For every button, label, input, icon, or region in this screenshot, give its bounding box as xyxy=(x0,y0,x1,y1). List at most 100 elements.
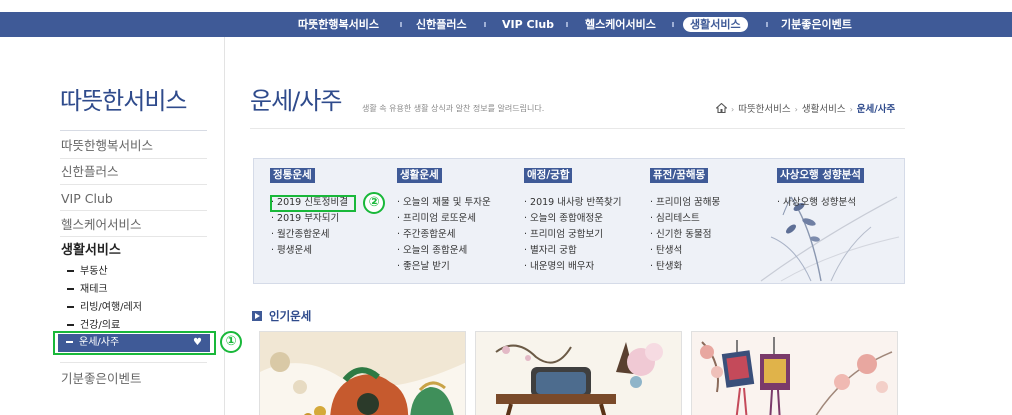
sidebar-divider-line xyxy=(60,184,207,185)
sidebar-divider xyxy=(224,37,225,415)
home-icon[interactable] xyxy=(715,102,728,114)
page: 따뜻한행복서비스 신한플러스 VIP Club 헬스케어서비스 생활서비스 기분… xyxy=(0,0,1012,415)
highlight-box-2 xyxy=(270,195,356,212)
sidebar-item-event[interactable]: 기분좋은이벤트 xyxy=(61,371,142,387)
menu-item[interactable]: · 프리미엄 꿈해몽 xyxy=(650,197,720,209)
menu-item[interactable]: · 2019 부자되기 xyxy=(271,213,339,225)
menu-item-label: 오늘의 종합애정운 xyxy=(530,213,603,224)
menu-item-label: 2019 내사랑 반쪽찾기 xyxy=(530,197,622,208)
sidebar-item-vip-club[interactable]: VIP Club xyxy=(61,191,113,207)
menu-item[interactable]: · 좋은날 받기 xyxy=(397,261,450,273)
menu-item-label: 프리미엄 궁합보기 xyxy=(530,229,603,240)
menu-item[interactable]: · 별자리 궁합 xyxy=(524,245,577,257)
menu-heading-dream[interactable]: 퓨전/꿈해몽 xyxy=(650,168,709,183)
sidebar-divider-line xyxy=(60,210,207,211)
breadcrumb-arrow-icon: › xyxy=(731,105,735,114)
nav-item-shinhan-plus[interactable]: 신한플러스 xyxy=(416,17,467,32)
nav-item-life-service[interactable]: 생활서비스 xyxy=(683,17,748,32)
annotation-marker-1: ① xyxy=(220,331,242,353)
menu-item-label: 탄생석 xyxy=(656,245,683,256)
nav-separator xyxy=(566,22,568,27)
sidebar-divider-line xyxy=(60,236,207,237)
sidebar-item-shinhan-plus[interactable]: 신한플러스 xyxy=(61,164,119,180)
page-title: 운세/사주 xyxy=(250,87,342,115)
sidebar-divider-line xyxy=(60,158,207,159)
subitem-label: 부동산 xyxy=(80,266,108,277)
nav-item-warm-happy-service[interactable]: 따뜻한행복서비스 xyxy=(298,17,379,32)
menu-heading-traditional[interactable]: 정통운세 xyxy=(270,168,315,183)
menu-item-label: 프리미엄 꿈해몽 xyxy=(656,197,721,208)
nav-separator xyxy=(484,22,486,27)
page-description: 생활 속 유용한 생활 상식과 알찬 정보를 알려드립니다. xyxy=(362,104,545,113)
popular-fortune-heading: 인기운세 xyxy=(252,309,311,323)
popular-fortune-card-2[interactable] xyxy=(475,331,682,415)
menu-item-label: 오늘의 종합운세 xyxy=(403,245,468,256)
menu-item[interactable]: · 프리미엄 궁합보기 xyxy=(524,229,603,241)
popular-fortune-card-1[interactable] xyxy=(259,331,466,415)
menu-item[interactable]: · 2019 내사랑 반쪽찾기 xyxy=(524,197,621,209)
orchid-decoration-image xyxy=(760,196,900,282)
sidebar-item-healthcare[interactable]: 헬스케어서비스 xyxy=(61,217,142,233)
menu-item[interactable]: · 심리테스트 xyxy=(650,213,700,225)
breadcrumb-current: 운세/사주 xyxy=(856,104,896,115)
nav-item-healthcare[interactable]: 헬스케어서비스 xyxy=(585,17,656,32)
dash-icon xyxy=(67,324,74,326)
nav-separator xyxy=(400,22,402,27)
menu-item-label: 별자리 궁합 xyxy=(530,245,577,256)
sidebar-subitem-real-estate[interactable]: 부동산 xyxy=(67,265,108,278)
menu-item[interactable]: · 오늘의 재물 및 투자운 xyxy=(397,197,491,209)
menu-heading-personality[interactable]: 사상오행 성향분석 xyxy=(777,168,864,183)
fortune-pouch-image xyxy=(260,332,465,415)
top-navigation: 따뜻한행복서비스 신한플러스 VIP Club 헬스케어서비스 생활서비스 기분… xyxy=(0,12,1012,37)
menu-item-label: 탄생화 xyxy=(656,261,683,272)
sidebar-subitem-living-travel[interactable]: 리빙/여행/레저 xyxy=(67,301,142,314)
play-icon xyxy=(252,311,262,321)
highlight-box-1 xyxy=(53,331,216,355)
lucky-charm-image xyxy=(692,332,897,415)
nav-separator xyxy=(766,22,768,27)
popular-fortune-card-3[interactable] xyxy=(691,331,898,415)
menu-heading-love[interactable]: 애정/궁합 xyxy=(524,168,573,183)
menu-item[interactable]: · 내운명의 배우자 xyxy=(524,261,594,273)
sidebar-item-warm-happy-service[interactable]: 따뜻한행복서비스 xyxy=(61,138,153,154)
menu-item[interactable]: · 탄생화 xyxy=(650,261,682,273)
dash-icon xyxy=(67,288,74,290)
menu-item-label: 내운명의 배우자 xyxy=(530,261,595,272)
menu-item[interactable]: · 평생운세 xyxy=(271,245,312,257)
sidebar-divider-line xyxy=(60,362,207,363)
menu-item[interactable]: · 신기한 동물점 xyxy=(650,229,712,241)
menu-item-label: 좋은날 받기 xyxy=(403,261,450,272)
subitem-label: 리빙/여행/레저 xyxy=(80,302,142,313)
title-divider xyxy=(250,128,905,129)
breadcrumb-arrow-icon: › xyxy=(849,105,853,114)
sidebar-title-divider xyxy=(60,130,207,131)
menu-item[interactable]: · 오늘의 종합운세 xyxy=(397,245,467,257)
menu-item[interactable]: · 월간종합운세 xyxy=(271,229,330,241)
menu-item-label: 사상오행 성향분석 xyxy=(783,197,856,208)
menu-item-label: 주간종합운세 xyxy=(403,229,456,240)
dash-icon xyxy=(67,270,74,272)
breadcrumb-item[interactable]: 따뜻한서비스 xyxy=(738,104,790,115)
nav-item-event[interactable]: 기분좋은이벤트 xyxy=(781,17,852,32)
subitem-label: 건강/의료 xyxy=(80,320,121,331)
menu-item[interactable]: · 프리미엄 로또운세 xyxy=(397,213,476,225)
sidebar-item-life-service[interactable]: 생활서비스 xyxy=(61,243,121,259)
menu-item[interactable]: · 사상오행 성향분석 xyxy=(777,197,856,209)
menu-item-label: 심리테스트 xyxy=(656,213,700,224)
nav-item-vip-club[interactable]: VIP Club xyxy=(502,17,554,32)
menu-item-label: 2019 부자되기 xyxy=(277,213,340,224)
menu-item[interactable]: · 주간종합운세 xyxy=(397,229,456,241)
breadcrumb-item[interactable]: 생활서비스 xyxy=(802,104,846,115)
menu-item-label: 신기한 동물점 xyxy=(656,229,712,240)
subitem-label: 재테크 xyxy=(80,284,108,295)
breadcrumb-arrow-icon: › xyxy=(794,105,798,114)
popular-fortune-title: 인기운세 xyxy=(269,309,312,323)
breadcrumb: › 따뜻한서비스 › 생활서비스 › 운세/사주 xyxy=(715,102,896,116)
annotation-marker-2: ② xyxy=(363,192,385,214)
menu-item[interactable]: · 탄생석 xyxy=(650,245,682,257)
menu-item-label: 오늘의 재물 및 투자운 xyxy=(403,197,491,208)
menu-item[interactable]: · 오늘의 종합애정운 xyxy=(524,213,603,225)
sidebar-title: 따뜻한서비스 xyxy=(60,87,187,115)
menu-heading-life[interactable]: 생활운세 xyxy=(397,168,442,183)
sidebar-subitem-investment[interactable]: 재테크 xyxy=(67,283,108,296)
